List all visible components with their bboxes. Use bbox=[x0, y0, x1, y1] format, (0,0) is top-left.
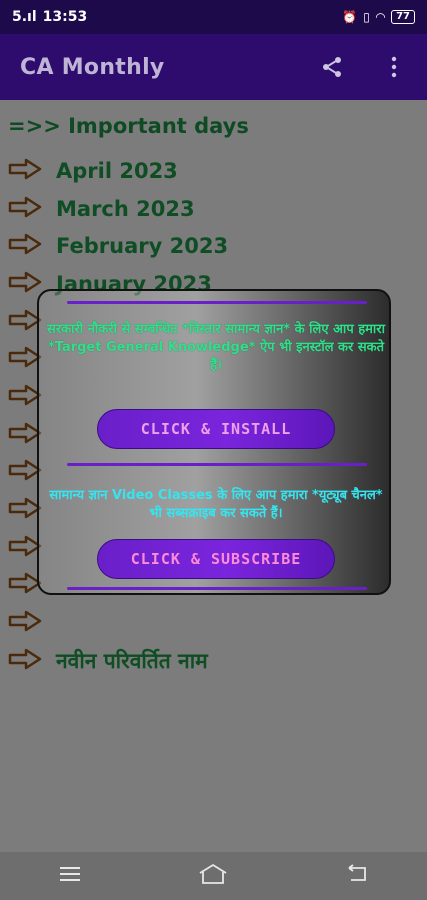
status-bar: 5.ıl 13:53 ⏰ ▯ ◠ 77 bbox=[0, 0, 427, 34]
divider bbox=[67, 463, 367, 466]
vibrate-icon: ▯ bbox=[363, 10, 370, 24]
system-nav-bar bbox=[0, 852, 427, 900]
subscribe-button[interactable]: CLICK & SUBSCRIBE bbox=[97, 539, 335, 579]
arrow-right-icon bbox=[8, 158, 42, 184]
divider bbox=[67, 587, 367, 590]
promo-dialog: सरकारी नौकरी से सम्बन्धित *विस्तार सामान… bbox=[37, 289, 391, 595]
subscribe-message: सामान्य ज्ञान Video Classes के लिए आप हम… bbox=[49, 488, 383, 521]
share-icon[interactable] bbox=[319, 54, 345, 80]
arrow-right-icon bbox=[8, 610, 42, 636]
list-item-label: April 2023 bbox=[56, 158, 178, 183]
arrow-right-icon bbox=[8, 233, 42, 259]
back-icon[interactable] bbox=[345, 864, 369, 888]
menu-icon[interactable] bbox=[58, 865, 82, 887]
list-item[interactable]: March 2023 bbox=[8, 190, 418, 228]
list-item[interactable]: February 2023 bbox=[8, 227, 418, 265]
list-item-label: February 2023 bbox=[56, 234, 229, 259]
app-title: CA Monthly bbox=[20, 54, 165, 80]
arrow-right-icon bbox=[8, 648, 42, 674]
list-item-label: March 2023 bbox=[56, 196, 195, 221]
battery-icon: 77 bbox=[391, 10, 415, 24]
home-icon[interactable] bbox=[198, 863, 228, 889]
signal-icon: 5.ıl bbox=[12, 9, 37, 25]
divider bbox=[67, 301, 367, 304]
install-message: सरकारी नौकरी से सम्बन्धित *विस्तार सामान… bbox=[47, 322, 385, 373]
alarm-icon: ⏰ bbox=[342, 10, 358, 24]
list-item[interactable]: नवीन परिवर्तित नाम bbox=[8, 642, 418, 680]
app-bar: CA Monthly bbox=[0, 34, 427, 100]
list-item[interactable] bbox=[8, 604, 418, 642]
status-time: 13:53 bbox=[42, 9, 88, 25]
list-item[interactable]: April 2023 bbox=[8, 152, 418, 190]
arrow-right-icon bbox=[8, 271, 42, 297]
install-button[interactable]: CLICK & INSTALL bbox=[97, 409, 335, 449]
section-heading: =>> Important days bbox=[8, 114, 249, 138]
arrow-right-icon bbox=[8, 196, 42, 222]
list-item-label: नवीन परिवर्तित नाम bbox=[56, 648, 208, 673]
wifi-icon: ◠ bbox=[375, 10, 386, 24]
more-vert-icon[interactable] bbox=[381, 54, 407, 80]
